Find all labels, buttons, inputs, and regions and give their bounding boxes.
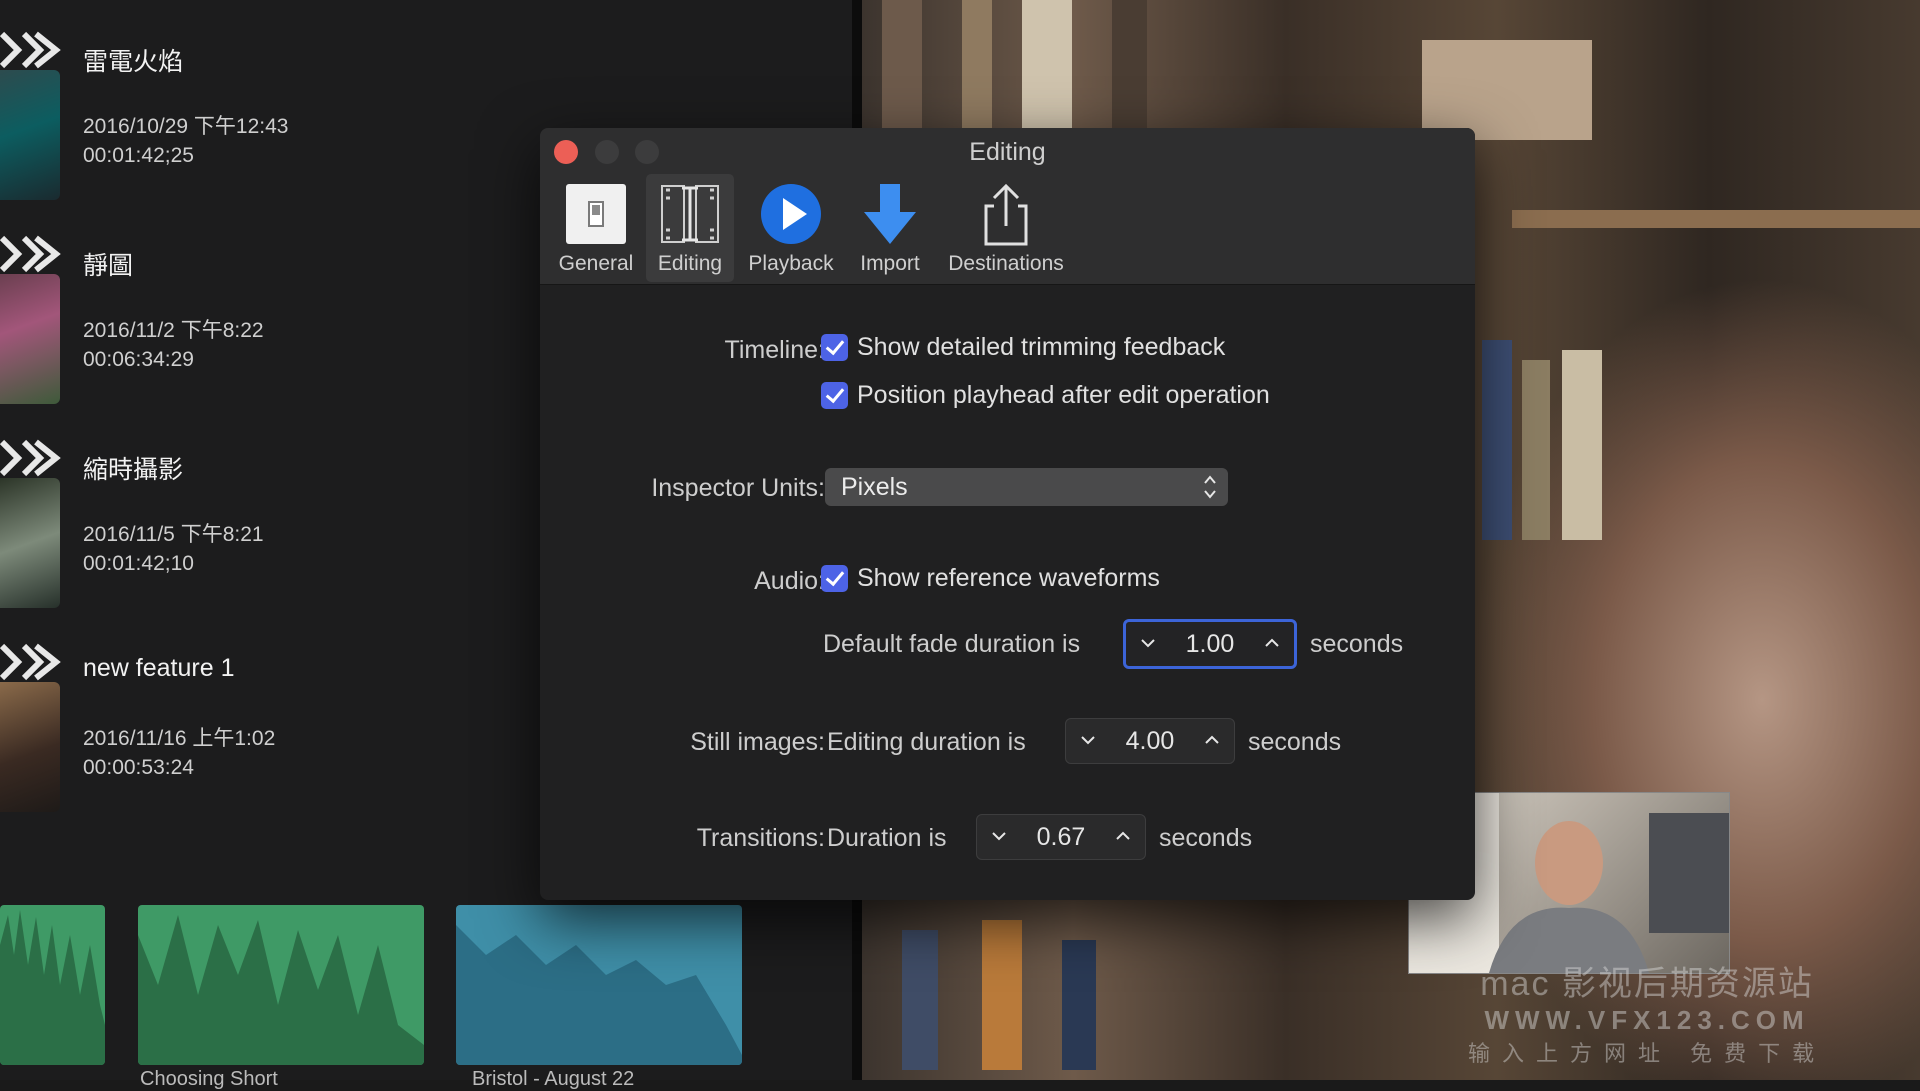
- transition-duration-stepper[interactable]: 0.67: [976, 814, 1146, 860]
- fade-duration-stepper[interactable]: 1.00: [1123, 619, 1297, 669]
- event-thumbnail: [0, 478, 60, 608]
- event-thumbnail: [0, 274, 60, 404]
- chevron-up-icon[interactable]: [1113, 825, 1133, 847]
- tab-label: Playback: [748, 252, 834, 275]
- transitions-label: Transitions:: [696, 824, 825, 852]
- audio-clip-waveform[interactable]: [138, 905, 424, 1065]
- event-name: 縮時攝影: [83, 456, 184, 484]
- bookshelf-detail: [982, 920, 1022, 1070]
- disclosure-chevron-icon[interactable]: [0, 30, 62, 70]
- transition-duration-label: Duration is: [827, 824, 947, 852]
- transition-seconds-label: seconds: [1159, 824, 1253, 852]
- inspector-units-select[interactable]: Pixels: [825, 468, 1228, 506]
- tab-destinations[interactable]: Destinations: [936, 174, 1076, 282]
- event-date: 2016/11/2 下午8:22: [83, 319, 264, 342]
- bookshelf-detail: [1112, 0, 1147, 140]
- inspector-units-value: Pixels: [841, 473, 908, 501]
- still-duration-stepper[interactable]: 4.00: [1065, 718, 1235, 764]
- bookshelf-detail: [1062, 940, 1096, 1070]
- tab-general[interactable]: General: [550, 174, 642, 282]
- watermark-line: 输入上方网址 免费下载: [1468, 1041, 1827, 1066]
- disclosure-chevron-icon[interactable]: [0, 438, 62, 478]
- trimming-feedback-checkbox[interactable]: [821, 334, 848, 361]
- chevron-up-icon[interactable]: [1202, 729, 1222, 751]
- disclosure-chevron-icon[interactable]: [0, 234, 62, 274]
- event-name: 雷電火焰: [83, 48, 184, 76]
- down-arrow-icon: [864, 184, 916, 244]
- bookshelf-detail: [882, 0, 922, 140]
- audio-clip-waveform[interactable]: [456, 905, 742, 1065]
- bookshelf-detail: [1562, 350, 1602, 540]
- tab-label: General: [558, 252, 634, 275]
- window-titlebar[interactable]: Editing General Editing Playback Import …: [540, 128, 1475, 285]
- waveform-graphic: [138, 915, 424, 1065]
- reference-waveforms-checkbox[interactable]: [821, 565, 848, 592]
- disclosure-chevron-icon[interactable]: [0, 642, 62, 682]
- still-seconds-label: seconds: [1248, 728, 1342, 756]
- watermark: mac 影视后期资源站 WWW.VFX123.COM 输入上方网址 免费下载: [1468, 956, 1826, 1068]
- tab-import[interactable]: Import: [848, 174, 932, 282]
- timeline-label: Timeline:: [724, 336, 826, 364]
- window-title: Editing: [969, 138, 1046, 166]
- picture-frame: [1422, 40, 1592, 140]
- watermark-line: mac 影视后期资源站: [1480, 965, 1814, 1003]
- switch-icon: [566, 184, 626, 244]
- event-thumbnail: [0, 70, 60, 200]
- editing-duration-label: Editing duration is: [827, 728, 1026, 756]
- event-date: 2016/11/16 上午1:02: [83, 727, 276, 750]
- still-images-label: Still images:: [690, 728, 825, 756]
- fade-duration-label: Default fade duration is: [823, 630, 1081, 658]
- tab-label: Editing: [657, 252, 723, 275]
- position-playhead-label[interactable]: Position playhead after edit operation: [857, 381, 1270, 410]
- event-duration: 00:00:53:24: [83, 756, 194, 779]
- event-date: 2016/11/5 下午8:21: [83, 523, 264, 546]
- event-name: 靜圖: [83, 252, 134, 280]
- watermark-line: WWW.VFX123.COM: [1484, 1005, 1810, 1035]
- bookshelf-detail: [962, 0, 992, 140]
- bookshelf-detail: [1482, 340, 1512, 540]
- waveform-graphic: [0, 910, 105, 1065]
- chevron-up-icon[interactable]: [1262, 632, 1282, 654]
- bookshelf-detail: [902, 930, 938, 1070]
- audio-clip-waveform[interactable]: [0, 905, 105, 1065]
- waveform-graphic: [456, 925, 742, 1065]
- tab-label: Destinations: [948, 252, 1064, 275]
- inspector-units-label: Inspector Units:: [651, 474, 825, 502]
- tab-playback[interactable]: Playback: [738, 174, 844, 282]
- tab-label: Import: [860, 252, 920, 275]
- trimming-feedback-label[interactable]: Show detailed trimming feedback: [857, 333, 1225, 362]
- audio-label: Audio:: [754, 567, 825, 595]
- event-duration: 00:01:42;25: [83, 144, 194, 167]
- updown-arrows-icon: [1204, 475, 1216, 499]
- preferences-window: Editing General Editing Playback Import …: [540, 128, 1475, 900]
- tab-editing[interactable]: Editing: [646, 174, 734, 282]
- fade-seconds-label: seconds: [1310, 630, 1404, 658]
- reference-waveforms-label[interactable]: Show reference waveforms: [857, 564, 1160, 593]
- bookshelf-detail: [1022, 0, 1072, 140]
- event-thumbnail: [0, 682, 60, 812]
- shelf: [1512, 210, 1920, 228]
- play-icon: [761, 184, 821, 244]
- event-name: new feature 1: [83, 654, 235, 682]
- position-playhead-checkbox[interactable]: [821, 382, 848, 409]
- event-duration: 00:06:34:29: [83, 348, 194, 371]
- film-trim-icon: [661, 185, 719, 243]
- bookshelf-detail: [1522, 360, 1550, 540]
- event-duration: 00:01:42;10: [83, 552, 194, 575]
- share-icon: [984, 183, 1028, 246]
- event-date: 2016/10/29 下午12:43: [83, 115, 289, 138]
